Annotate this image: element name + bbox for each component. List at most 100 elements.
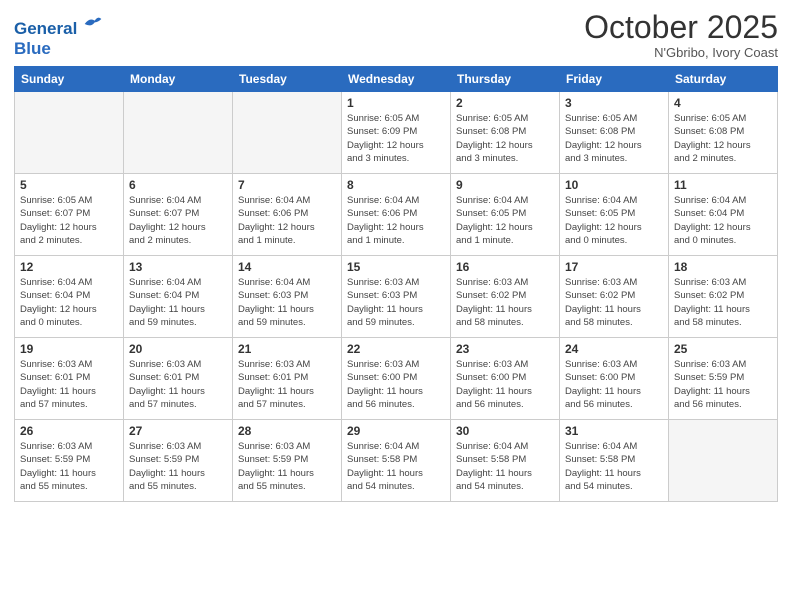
calendar-cell-w1-d5: 2Sunrise: 6:05 AMSunset: 6:08 PMDaylight…	[451, 92, 560, 174]
day-number: 8	[347, 178, 445, 192]
calendar-cell-w4-d3: 21 Sunrise: 6:03 AMSunset: 6:01 PMDayligh…	[233, 338, 342, 420]
day-detail: Sunrise: 6:04 AMSunset: 5:58 PMDaylight:…	[347, 440, 445, 493]
day-number: 29	[347, 424, 445, 438]
day-detail: Sunrise: 6:04 AMSunset: 6:04 PMDaylight:…	[674, 194, 772, 247]
calendar-cell-w2-d4: 8 Sunrise: 6:04 AMSunset: 6:06 PMDaylight…	[342, 174, 451, 256]
day-detail: Sunrise: 6:05 AMSunset: 6:08 PMDaylight:…	[565, 112, 663, 165]
calendar-cell-w5-d2: 27 Sunrise: 6:03 AMSunset: 5:59 PMDayligh…	[124, 420, 233, 502]
day-detail: Sunrise: 6:03 AMSunset: 6:03 PMDaylight:…	[347, 276, 445, 329]
day-detail: Sunrise: 6:03 AMSunset: 6:01 PMDaylight:…	[129, 358, 227, 411]
header: General Blue October 2025 N'Gbribo, Ivor…	[14, 10, 778, 60]
calendar-week-2: 5 Sunrise: 6:05 AMSunset: 6:07 PMDaylight…	[15, 174, 778, 256]
day-number: 22	[347, 342, 445, 356]
header-friday: Friday	[560, 67, 669, 92]
day-number: 31	[565, 424, 663, 438]
day-number: 11	[674, 178, 772, 192]
day-detail: Sunrise: 6:03 AMSunset: 5:59 PMDaylight:…	[129, 440, 227, 493]
calendar-table: Sunday Monday Tuesday Wednesday Thursday…	[14, 66, 778, 502]
calendar-cell-w3-d5: 16 Sunrise: 6:03 AMSunset: 6:02 PMDayligh…	[451, 256, 560, 338]
calendar-cell-w5-d1: 26 Sunrise: 6:03 AMSunset: 5:59 PMDayligh…	[15, 420, 124, 502]
day-number: 18	[674, 260, 772, 274]
header-thursday: Thursday	[451, 67, 560, 92]
weekday-header-row: Sunday Monday Tuesday Wednesday Thursday…	[15, 67, 778, 92]
header-sunday: Sunday	[15, 67, 124, 92]
calendar-cell-w2-d1: 5 Sunrise: 6:05 AMSunset: 6:07 PMDaylight…	[15, 174, 124, 256]
header-tuesday: Tuesday	[233, 67, 342, 92]
header-saturday: Saturday	[669, 67, 778, 92]
day-number: 6	[129, 178, 227, 192]
day-detail: Sunrise: 6:04 AMSunset: 6:04 PMDaylight:…	[129, 276, 227, 329]
logo-bird-icon	[83, 14, 103, 34]
calendar-week-3: 12 Sunrise: 6:04 AMSunset: 6:04 PMDayligh…	[15, 256, 778, 338]
day-number: 25	[674, 342, 772, 356]
calendar-cell-w3-d3: 14Sunrise: 6:04 AMSunset: 6:03 PMDayligh…	[233, 256, 342, 338]
day-number: 9	[456, 178, 554, 192]
day-number: 12	[20, 260, 118, 274]
calendar-cell-w3-d7: 18 Sunrise: 6:03 AMSunset: 6:02 PMDayligh…	[669, 256, 778, 338]
day-number: 14	[238, 260, 336, 274]
calendar-cell-w4-d7: 25 Sunrise: 6:03 AMSunset: 5:59 PMDayligh…	[669, 338, 778, 420]
calendar-week-1: 1 Sunrise: 6:05 AMSunset: 6:09 PMDaylight…	[15, 92, 778, 174]
title-block: October 2025 N'Gbribo, Ivory Coast	[584, 10, 778, 60]
day-detail: Sunrise: 6:03 AMSunset: 5:59 PMDaylight:…	[20, 440, 118, 493]
day-detail: Sunrise: 6:03 AMSunset: 6:02 PMDaylight:…	[456, 276, 554, 329]
day-detail: Sunrise: 6:04 AMSunset: 6:04 PMDaylight:…	[20, 276, 118, 329]
day-detail: Sunrise: 6:04 AMSunset: 6:06 PMDaylight:…	[238, 194, 336, 247]
day-number: 16	[456, 260, 554, 274]
calendar-cell-w1-d4: 1 Sunrise: 6:05 AMSunset: 6:09 PMDaylight…	[342, 92, 451, 174]
calendar-cell-w1-d7: 4 Sunrise: 6:05 AMSunset: 6:08 PMDaylight…	[669, 92, 778, 174]
day-number: 5	[20, 178, 118, 192]
calendar-cell-w1-d1	[15, 92, 124, 174]
header-monday: Monday	[124, 67, 233, 92]
calendar-cell-w3-d2: 13 Sunrise: 6:04 AMSunset: 6:04 PMDayligh…	[124, 256, 233, 338]
day-detail: Sunrise: 6:04 AMSunset: 6:06 PMDaylight:…	[347, 194, 445, 247]
day-number: 17	[565, 260, 663, 274]
calendar-cell-w2-d2: 6Sunrise: 6:04 AMSunset: 6:07 PMDaylight…	[124, 174, 233, 256]
day-number: 21	[238, 342, 336, 356]
day-detail: Sunrise: 6:05 AMSunset: 6:09 PMDaylight:…	[347, 112, 445, 165]
calendar-cell-w1-d2	[124, 92, 233, 174]
day-number: 7	[238, 178, 336, 192]
day-number: 3	[565, 96, 663, 110]
page-container: General Blue October 2025 N'Gbribo, Ivor…	[0, 0, 792, 512]
calendar-cell-w3-d4: 15 Sunrise: 6:03 AMSunset: 6:03 PMDayligh…	[342, 256, 451, 338]
day-detail: Sunrise: 6:03 AMSunset: 5:59 PMDaylight:…	[674, 358, 772, 411]
day-number: 4	[674, 96, 772, 110]
month-title: October 2025	[584, 10, 778, 45]
day-detail: Sunrise: 6:04 AMSunset: 5:58 PMDaylight:…	[565, 440, 663, 493]
calendar-cell-w4-d5: 23 Sunrise: 6:03 AMSunset: 6:00 PMDayligh…	[451, 338, 560, 420]
day-number: 15	[347, 260, 445, 274]
calendar-cell-w1-d3	[233, 92, 342, 174]
day-detail: Sunrise: 6:05 AMSunset: 6:07 PMDaylight:…	[20, 194, 118, 247]
day-detail: Sunrise: 6:03 AMSunset: 6:02 PMDaylight:…	[565, 276, 663, 329]
day-detail: Sunrise: 6:05 AMSunset: 6:08 PMDaylight:…	[674, 112, 772, 165]
day-detail: Sunrise: 6:03 AMSunset: 5:59 PMDaylight:…	[238, 440, 336, 493]
day-detail: Sunrise: 6:03 AMSunset: 6:00 PMDaylight:…	[456, 358, 554, 411]
calendar-cell-w5-d6: 31 Sunrise: 6:04 AMSunset: 5:58 PMDayligh…	[560, 420, 669, 502]
calendar-cell-w1-d6: 3 Sunrise: 6:05 AMSunset: 6:08 PMDaylight…	[560, 92, 669, 174]
logo: General Blue	[14, 14, 103, 60]
logo-text: General	[14, 14, 103, 39]
day-number: 13	[129, 260, 227, 274]
logo-blue: Blue	[14, 39, 103, 59]
day-number: 1	[347, 96, 445, 110]
day-detail: Sunrise: 6:03 AMSunset: 6:00 PMDaylight:…	[565, 358, 663, 411]
day-number: 23	[456, 342, 554, 356]
day-detail: Sunrise: 6:03 AMSunset: 6:02 PMDaylight:…	[674, 276, 772, 329]
calendar-cell-w4-d6: 24 Sunrise: 6:03 AMSunset: 6:00 PMDayligh…	[560, 338, 669, 420]
day-detail: Sunrise: 6:04 AMSunset: 6:05 PMDaylight:…	[565, 194, 663, 247]
day-detail: Sunrise: 6:05 AMSunset: 6:08 PMDaylight:…	[456, 112, 554, 165]
day-number: 20	[129, 342, 227, 356]
calendar-cell-w5-d3: 28Sunrise: 6:03 AMSunset: 5:59 PMDayligh…	[233, 420, 342, 502]
day-number: 30	[456, 424, 554, 438]
day-number: 24	[565, 342, 663, 356]
day-number: 19	[20, 342, 118, 356]
logo-general: General	[14, 19, 77, 38]
day-detail: Sunrise: 6:04 AMSunset: 6:05 PMDaylight:…	[456, 194, 554, 247]
calendar-body: 1 Sunrise: 6:05 AMSunset: 6:09 PMDaylight…	[15, 92, 778, 502]
day-number: 10	[565, 178, 663, 192]
day-detail: Sunrise: 6:03 AMSunset: 6:01 PMDaylight:…	[238, 358, 336, 411]
calendar-cell-w2-d3: 7 Sunrise: 6:04 AMSunset: 6:06 PMDaylight…	[233, 174, 342, 256]
day-number: 27	[129, 424, 227, 438]
day-number: 26	[20, 424, 118, 438]
